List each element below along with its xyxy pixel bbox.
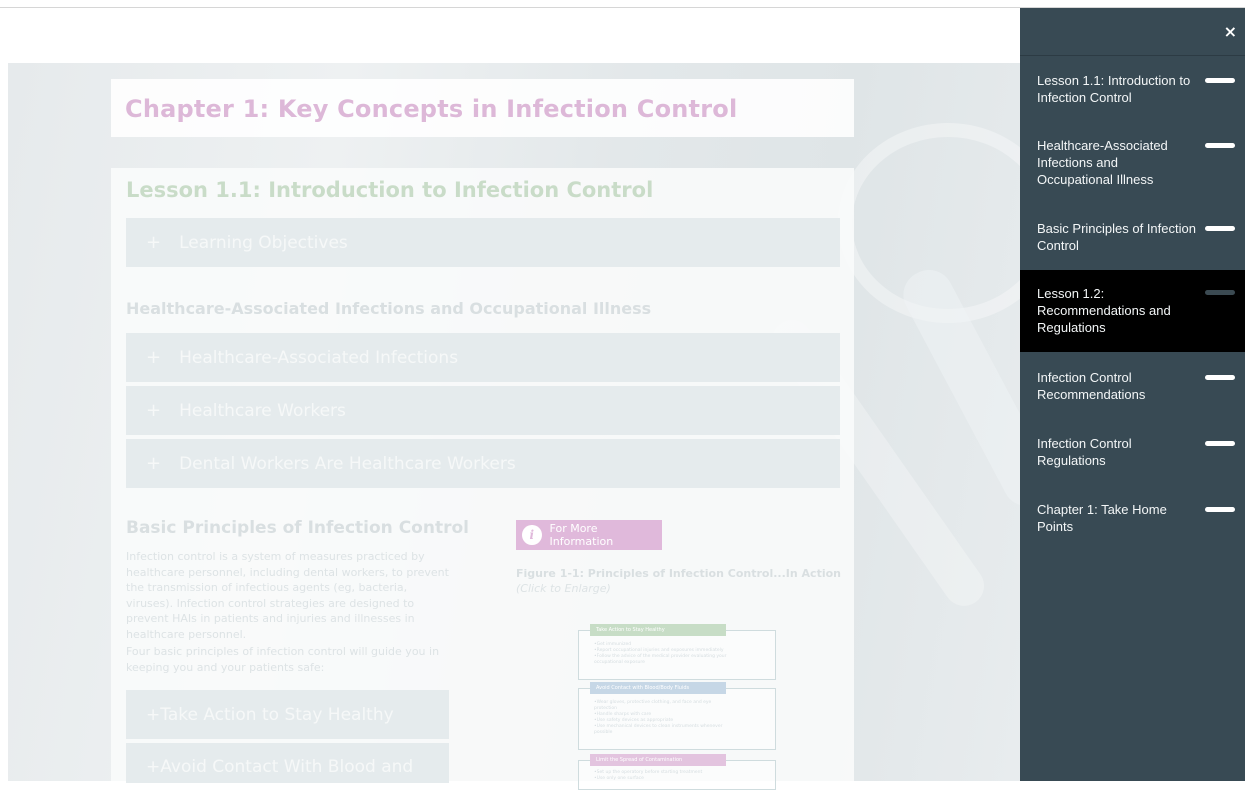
figure-subtitle: (Click to Enlarge) [516,582,611,595]
plus-icon: + [146,232,162,253]
figure-line: •Use mechanical devices to clean instrum… [594,724,723,729]
figure-box-heading: Limit the Spread of Contamination [590,754,726,766]
figure-line: •Get immunized [594,642,632,647]
accordion-learning-objectives[interactable]: + Learning Objectives [126,218,840,267]
more-information-button[interactable]: i For More Information [516,520,662,550]
sidebar-item-lesson-1-1[interactable]: Lesson 1.1: Introduction to Infection Co… [1020,72,1245,106]
sidebar-item-basic-principles[interactable]: Basic Principles of Infection Control [1020,220,1245,254]
basic-principles-paragraph-2: Four basic principles of infection contr… [126,645,440,674]
sidebar-item-lesson-1-2[interactable]: Lesson 1.2: Recommendations and Regulati… [1020,270,1245,352]
more-information-label: For More Information [549,522,614,548]
figure-thumbnail[interactable]: Take Action to Stay Healthy •Get immuniz… [578,622,778,790]
figure-box-heading: Avoid Contact with Blood/Body Fluids [590,682,726,694]
lesson-menu-sidebar: × Lesson 1.1: Introduction to Infection … [1020,8,1245,781]
lesson-title: Lesson 1.1: Introduction to Infection Co… [126,178,654,202]
sidebar-item-label: Infection Control Recommendations [1037,370,1146,402]
info-icon: i [522,525,542,545]
plus-icon: + [146,347,162,368]
figure-line: protection [594,706,617,711]
figure-line: •Wear gloves, protective clothing, and f… [594,700,712,705]
toggle-bar-icon [1205,78,1235,83]
accordion-label: Healthcare-Associated Infections [179,347,459,368]
plus-icon: + [146,400,162,421]
toggle-bar-icon [1205,507,1235,512]
sidebar-item-regulations[interactable]: Infection Control Regulations [1020,435,1245,469]
accordion-label: Take Action to Stay Healthy [160,704,394,725]
section-title-hai: Healthcare-Associated Infections and Occ… [126,299,652,318]
sidebar-item-recommendations[interactable]: Infection Control Recommendations [1020,369,1245,403]
figure-line: occupational exposure [594,660,645,665]
figure-line: •Use only one surface [594,776,644,781]
plus-icon: + [146,757,161,777]
accordion-healthcare-workers[interactable]: + Healthcare Workers [126,386,840,435]
close-icon[interactable]: × [1224,22,1237,41]
accordion-label: Learning Objectives [179,232,348,253]
sidebar-item-label: Lesson 1.1: Introduction to Infection Co… [1037,73,1191,105]
figure-line: possible [594,730,613,735]
figure-line: •Set up the operatory before starting tr… [594,770,703,775]
accordion-avoid-contact[interactable]: + Avoid Contact With Blood and [126,743,449,783]
sidebar-divider [1020,55,1245,56]
top-border [0,0,1245,8]
plus-icon: + [146,453,162,474]
toggle-bar-icon [1205,143,1235,148]
toggle-bar-icon [1205,375,1235,380]
toggle-bar-icon [1205,290,1235,295]
figure-line: •Follow the advice of the medical provid… [594,654,727,659]
sidebar-item-label: Lesson 1.2: Recommendations and Regulati… [1037,286,1171,335]
figure-title: Figure 1-1: Principles of Infection Cont… [516,567,841,580]
chapter-title-card: Chapter 1: Key Concepts in Infection Con… [111,79,854,137]
basic-principles-paragraph: Infection control is a system of measure… [126,550,449,641]
figure-line: •Report occupational injuries and exposu… [594,648,724,653]
figure-line: •Handle sharps with care [594,712,652,717]
sidebar-item-label: Healthcare-Associated Infections and Occ… [1037,138,1168,187]
sidebar-item-hai[interactable]: Healthcare-Associated Infections and Occ… [1020,137,1245,188]
accordion-label: Dental Workers Are Healthcare Workers [179,453,516,474]
plus-icon: + [146,704,161,725]
chapter-title: Chapter 1: Key Concepts in Infection Con… [125,95,738,123]
figure-box-heading: Take Action to Stay Healthy [590,624,726,636]
accordion-hai[interactable]: + Healthcare-Associated Infections [126,333,840,382]
accordion-label: Healthcare Workers [179,400,346,421]
accordion-take-action[interactable]: + Take Action to Stay Healthy [126,690,449,739]
toggle-bar-icon [1205,441,1235,446]
accordion-label: Avoid Contact With Blood and [160,757,414,777]
sidebar-item-label: Basic Principles of Infection Control [1037,221,1196,253]
accordion-dental-workers[interactable]: + Dental Workers Are Healthcare Workers [126,439,840,488]
sidebar-item-take-home-points[interactable]: Chapter 1: Take Home Points [1020,501,1245,535]
sidebar-item-label: Chapter 1: Take Home Points [1037,502,1167,534]
figure-line: •Use safety devices as appropriate [594,718,674,723]
sidebar-item-label: Infection Control Regulations [1037,436,1132,468]
section-title-basic-principles: Basic Principles of Infection Control [126,518,469,538]
toggle-bar-icon [1205,226,1235,231]
